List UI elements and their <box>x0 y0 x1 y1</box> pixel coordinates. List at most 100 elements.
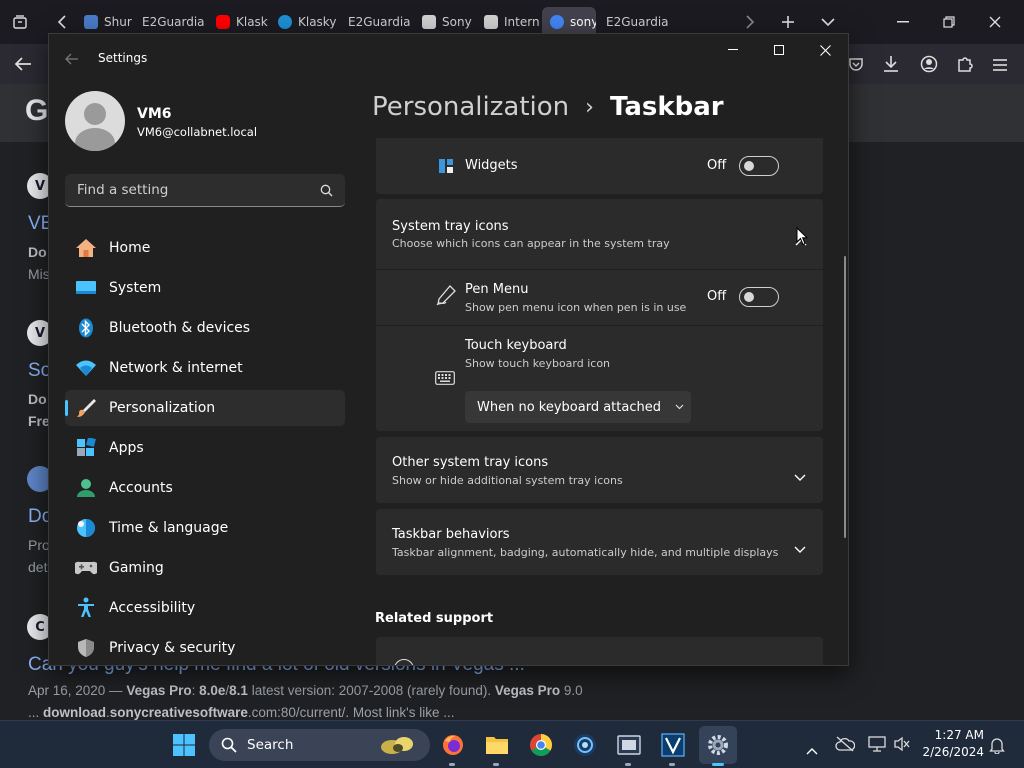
sidebar-item-accounts[interactable]: Accounts <box>65 470 345 506</box>
sidebar-item-personalization[interactable]: Personalization <box>65 390 345 426</box>
sidebar-item-home[interactable]: Home <box>65 230 345 266</box>
start-button[interactable] <box>168 729 200 761</box>
maximize-button[interactable] <box>756 34 802 66</box>
list-all-tabs-icon[interactable] <box>818 12 838 32</box>
minimize-button[interactable] <box>710 34 756 66</box>
chevron-down-icon[interactable] <box>794 539 806 558</box>
clock-time: 1:27 AM <box>934 728 984 742</box>
related-support-card[interactable] <box>376 637 823 665</box>
tab-label: Shurik <box>104 15 132 29</box>
sidebar-item-label: Gaming <box>109 560 164 576</box>
new-tab-icon[interactable] <box>778 12 798 32</box>
pen-menu-card: Pen Menu Show pen menu icon when pen is … <box>376 270 823 325</box>
personalization-icon <box>74 398 98 418</box>
touch-keyboard-dropdown[interactable]: When no keyboard attached <box>465 391 691 423</box>
gaming-icon <box>74 558 98 578</box>
widgets-toggle[interactable] <box>739 156 779 176</box>
google-logo[interactable]: G <box>25 94 48 128</box>
result-snippet: Mis <box>28 266 50 282</box>
taskbar-behaviors-card[interactable]: Taskbar behaviors Taskbar alignment, bad… <box>376 509 823 575</box>
vegas-taskbar-icon[interactable] <box>657 729 689 766</box>
settings-back-icon[interactable] <box>65 50 79 69</box>
avatar[interactable] <box>65 91 125 151</box>
pocket-icon[interactable] <box>848 56 864 76</box>
behaviors-subtitle: Taskbar alignment, badging, automaticall… <box>392 546 779 559</box>
apps-icon <box>74 438 98 458</box>
windows-taskbar: Search 1:27 AM 2/26/2024 <box>0 720 1024 768</box>
chevron-down-icon[interactable] <box>794 467 806 486</box>
windows-logo-icon <box>173 734 195 756</box>
widgets-label: Widgets <box>465 158 518 173</box>
pen-menu-title: Pen Menu <box>465 282 529 297</box>
sidebar-item-label: Accessibility <box>109 600 196 616</box>
sidebar-item-apps[interactable]: Apps <box>65 430 345 466</box>
breadcrumb-parent[interactable]: Personalization <box>372 92 569 122</box>
sidebar-item-label: Network & internet <box>109 360 243 376</box>
clock[interactable]: 1:27 AM 2/26/2024 <box>918 728 984 759</box>
window-title: Settings <box>98 51 148 65</box>
close-button[interactable] <box>802 34 848 66</box>
cloud-icon[interactable] <box>835 736 856 756</box>
tab-favicon-icon <box>422 15 436 29</box>
show-hidden-icons-icon[interactable] <box>806 740 818 759</box>
back-icon[interactable] <box>14 56 32 76</box>
taskbar-search-label: Search <box>247 737 294 753</box>
sidebar-item-system[interactable]: System <box>65 270 345 306</box>
tab-favicon-icon <box>84 15 98 29</box>
touch-keyboard-card: Touch keyboard Show touch keyboard icon … <box>376 326 823 431</box>
tab-label: Klasky <box>236 15 268 29</box>
menu-icon[interactable] <box>992 57 1008 76</box>
other-tray-subtitle: Show or hide additional system tray icon… <box>392 474 623 487</box>
app-taskbar-icon[interactable] <box>569 729 601 761</box>
other-tray-card[interactable]: Other system tray icons Show or hide add… <box>376 437 823 503</box>
extensions-icon[interactable] <box>956 55 974 77</box>
chevron-down-icon <box>675 404 684 410</box>
system-tray-title: System tray icons <box>392 219 509 234</box>
settings-taskbar-icon[interactable] <box>699 726 737 766</box>
search-icon[interactable] <box>320 184 333 197</box>
settings-window: Settings VM6 VM6@collabnet.local Find a … <box>48 33 849 666</box>
sidebar-item-accessibility[interactable]: Accessibility <box>65 590 345 626</box>
firefox-taskbar-icon[interactable] <box>437 729 469 766</box>
pen-menu-toggle[interactable] <box>739 287 779 307</box>
taskbar-search[interactable]: Search <box>209 729 430 761</box>
tab-scroll-left-icon[interactable] <box>52 12 72 32</box>
video-editor-taskbar-icon[interactable] <box>613 729 645 766</box>
tab-favicon-icon <box>278 15 292 29</box>
result-snippet-bottom: ... download.sonycreativesoftware.com:80… <box>28 705 455 720</box>
sidebar-item-gaming[interactable]: Gaming <box>65 550 345 586</box>
sidebar-item-privacy[interactable]: Privacy & security <box>65 630 345 665</box>
bluetooth-icon <box>74 318 98 338</box>
dropdown-value: When no keyboard attached <box>477 399 661 415</box>
pen-icon <box>435 284 457 310</box>
system-tray-subtitle: Choose which icons can appear in the sys… <box>392 237 670 250</box>
account-icon[interactable] <box>920 55 938 77</box>
network-icon[interactable] <box>868 736 886 756</box>
scrollbar[interactable] <box>844 256 846 538</box>
browser-restore-icon[interactable] <box>939 12 959 32</box>
sidebar-item-bluetooth[interactable]: Bluetooth & devices <box>65 310 345 346</box>
widgets-card: Widgets Off <box>376 138 823 194</box>
accessibility-icon <box>74 597 98 618</box>
clock-date: 2/26/2024 <box>922 745 984 759</box>
system-tray-card[interactable]: System tray icons Choose which icons can… <box>376 199 823 269</box>
settings-search-input[interactable]: Find a setting <box>65 174 345 207</box>
sidebar-item-network[interactable]: Network & internet <box>65 350 345 386</box>
browser-close-icon[interactable] <box>985 12 1005 32</box>
mouse-cursor-icon <box>796 226 809 250</box>
sidebar-item-label: Accounts <box>109 480 173 496</box>
downloads-icon[interactable] <box>883 55 899 77</box>
file-explorer-taskbar-icon[interactable] <box>481 729 513 766</box>
sidebar-item-time-language[interactable]: Time & language <box>65 510 345 546</box>
pen-menu-subtitle: Show pen menu icon when pen is in use <box>465 301 687 314</box>
notification-bell-icon[interactable] <box>989 736 1005 758</box>
tab-scroll-right-icon[interactable] <box>740 12 760 32</box>
search-placeholder: Find a setting <box>77 182 169 198</box>
result-snippet: Fre <box>28 413 50 429</box>
search-icon <box>221 737 237 753</box>
chrome-taskbar-icon[interactable] <box>525 729 557 761</box>
sidebar-item-label: Privacy & security <box>109 640 236 656</box>
tab-overview-icon[interactable] <box>10 12 30 32</box>
volume-muted-icon[interactable] <box>893 736 911 756</box>
browser-minimize-icon[interactable] <box>893 12 913 32</box>
